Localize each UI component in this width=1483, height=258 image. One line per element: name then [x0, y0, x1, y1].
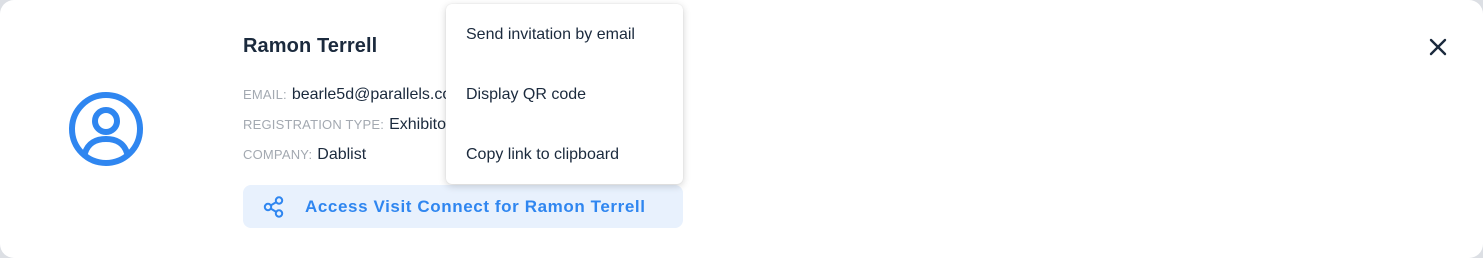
- email-label: EMAIL:: [243, 87, 287, 102]
- share-icon: [263, 195, 285, 218]
- menu-item-display-qr-code[interactable]: Display QR code: [466, 86, 586, 104]
- close-icon[interactable]: [1427, 36, 1449, 58]
- access-visit-connect-label: Access Visit Connect for Ramon Terrell: [305, 196, 646, 216]
- menu-item-copy-link[interactable]: Copy link to clipboard: [466, 146, 619, 164]
- email-value: bearle5d@parallels.com: [291, 86, 465, 103]
- email-row: EMAIL: bearle5d@parallels.com: [243, 86, 465, 104]
- contact-name: Ramon Terrell: [243, 35, 378, 57]
- share-options-menu: Send invitation by email Display QR code…: [446, 4, 683, 184]
- menu-item-send-invitation[interactable]: Send invitation by email: [466, 26, 635, 44]
- access-visit-connect-button[interactable]: Access Visit Connect for Ramon Terrell: [243, 185, 683, 228]
- user-avatar-icon: [68, 91, 144, 167]
- company-row: COMPANY: Dablist: [243, 146, 366, 164]
- registration-type-label: REGISTRATION TYPE:: [243, 117, 385, 132]
- company-value: Dablist: [317, 146, 367, 163]
- registration-type-row: REGISTRATION TYPE: Exhibitor: [243, 116, 451, 134]
- registration-type-value: Exhibitor: [389, 116, 452, 133]
- contact-card: Ramon Terrell EMAIL: bearle5d@parallels.c…: [0, 0, 1483, 258]
- company-label: COMPANY:: [243, 147, 313, 162]
